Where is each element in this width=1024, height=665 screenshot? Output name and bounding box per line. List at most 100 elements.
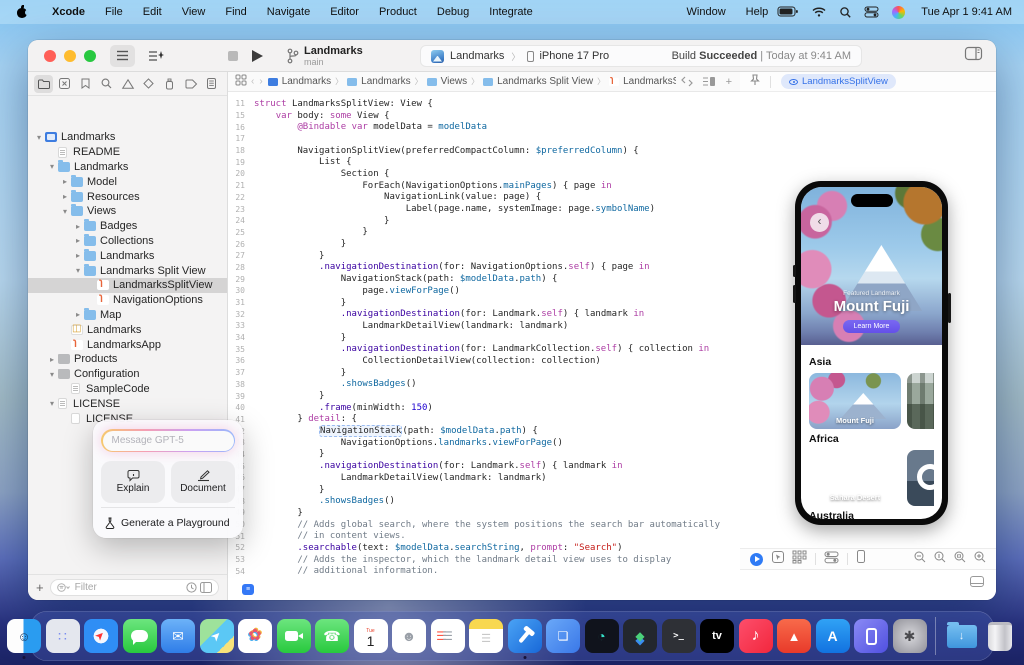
tree-item-map[interactable]: ▸Map	[28, 308, 227, 323]
line-number[interactable]: 24	[228, 216, 254, 225]
run-button[interactable]	[252, 50, 263, 62]
preview-device-button[interactable]	[857, 550, 865, 568]
line-number[interactable]: 21	[228, 181, 254, 190]
iphone-preview[interactable]: ‹ Featured Landmark Mount Fuji Learn Mor…	[795, 181, 948, 525]
editor-assistant-icon[interactable]	[149, 45, 164, 67]
variants-button[interactable]	[793, 550, 806, 568]
tab-project-navigator[interactable]	[34, 75, 53, 93]
run-destination[interactable]: iPhone 17 Pro	[539, 50, 609, 62]
selectable-mode-button[interactable]	[772, 550, 784, 568]
editor-pane[interactable]: ‹ › Landmarks〉Landmarks〉Views〉Landmarks …	[228, 72, 740, 600]
tree-item-landmarks-split-view[interactable]: ▾Landmarks Split View	[28, 263, 227, 278]
dock-simulator-icon[interactable]	[854, 619, 888, 653]
wifi-icon[interactable]	[812, 7, 826, 17]
dock-settings-icon[interactable]: ✱	[893, 619, 927, 653]
menu-item-file[interactable]: File	[95, 0, 133, 24]
hero-back-button[interactable]: ‹	[810, 213, 829, 232]
dock-facetime-icon[interactable]	[277, 619, 311, 653]
dock-rocket-app-icon[interactable]: ▲	[777, 619, 811, 653]
landmark-card-sahara-desert[interactable]: Sahara Desert	[809, 450, 901, 506]
zoom-in-button[interactable]	[974, 550, 986, 568]
related-items-icon[interactable]	[236, 75, 246, 88]
bottom-bar-toggle-icon[interactable]	[970, 574, 984, 592]
scm-filter-icon[interactable]	[200, 582, 212, 593]
menu-item-integrate[interactable]: Integrate	[479, 0, 542, 24]
line-number[interactable]: 33	[228, 321, 254, 330]
recent-filter-icon[interactable]	[186, 582, 197, 593]
line-number[interactable]: 19	[228, 158, 254, 167]
line-number[interactable]: 32	[228, 310, 254, 319]
tab-breakpoints[interactable]	[181, 75, 200, 93]
line-number[interactable]: 40	[228, 403, 254, 412]
generate-playground-button[interactable]: Generate a Playground	[101, 507, 235, 537]
tree-item-views[interactable]: ▾Views	[28, 204, 227, 219]
line-number[interactable]: 27	[228, 251, 254, 260]
dock-reminders-icon[interactable]: ☰	[431, 619, 465, 653]
breadcrumb-landmarks[interactable]: 〉Landmarks	[335, 76, 410, 87]
dock-xcode-icon[interactable]	[508, 619, 542, 653]
dock-app-store-icon[interactable]: A	[816, 619, 850, 653]
line-number[interactable]: 28	[228, 263, 254, 272]
activity-status[interactable]: Build Succeeded | Today at 9:41 AM	[672, 50, 851, 62]
dock-freeform-icon[interactable]: ❏	[546, 619, 580, 653]
menu-item-editor[interactable]: Editor	[320, 0, 369, 24]
menu-item-navigate[interactable]: Navigate	[257, 0, 320, 24]
line-number[interactable]: 16	[228, 123, 254, 132]
assistant-message-input[interactable]: Message GPT-5	[103, 431, 234, 451]
dock-terminal-icon[interactable]: >_	[662, 619, 696, 653]
assistant-menubar-icon[interactable]	[892, 6, 905, 19]
line-number[interactable]: 37	[228, 368, 254, 377]
dock-downloads-icon[interactable]: ↓	[945, 619, 979, 653]
pin-icon[interactable]	[750, 73, 760, 91]
dock-photos-icon[interactable]: ✿	[238, 619, 272, 653]
line-number[interactable]: 38	[228, 380, 254, 389]
control-center-icon[interactable]	[865, 7, 878, 17]
minimize-button[interactable]	[64, 50, 76, 62]
line-number[interactable]: 52	[228, 543, 254, 552]
back-button[interactable]: ‹	[251, 76, 254, 87]
add-file-button[interactable]: +	[36, 580, 44, 595]
scheme-name[interactable]: Landmarks	[450, 50, 504, 62]
line-number[interactable]: 35	[228, 345, 254, 354]
spotlight-icon[interactable]	[840, 7, 851, 18]
dock-phone-icon[interactable]: ☎	[315, 619, 349, 653]
live-preview-button[interactable]	[750, 553, 763, 566]
landmark-card-mount-fuji[interactable]: Mount Fuji	[809, 373, 901, 429]
tree-item-readme[interactable]: README	[28, 145, 227, 160]
dock-launchpad-icon[interactable]: ∷	[46, 619, 80, 653]
menubar-clock[interactable]: Tue Apr 1 9:41 AM	[921, 6, 1012, 18]
tab-bookmarks[interactable]	[76, 75, 95, 93]
zoom-100-button[interactable]	[934, 550, 946, 568]
tab-issues[interactable]	[118, 75, 137, 93]
document-button[interactable]: Document	[171, 461, 235, 503]
landmark-card-serengeti[interactable]: Serengeti	[907, 450, 934, 506]
menu-item-edit[interactable]: Edit	[133, 0, 172, 24]
menu-item-window[interactable]: Window	[677, 0, 736, 24]
dock-safari-icon[interactable]: ➤	[84, 619, 118, 653]
dock-layers-app-icon[interactable]: ◆	[623, 619, 657, 653]
tree-item-samplecode[interactable]: SampleCode	[28, 382, 227, 397]
line-number[interactable]: 34	[228, 333, 254, 342]
line-number[interactable]: 36	[228, 356, 254, 365]
tree-item-configuration[interactable]: ▾Configuration	[28, 367, 227, 382]
line-number[interactable]: 54	[228, 567, 254, 576]
menu-item-debug[interactable]: Debug	[427, 0, 479, 24]
close-button[interactable]	[44, 50, 56, 62]
dock-messages-icon[interactable]	[123, 619, 157, 653]
line-number[interactable]: 29	[228, 275, 254, 284]
dock-gauge-app-icon[interactable]: ◔	[585, 619, 619, 653]
tree-item-resources[interactable]: ▸Resources	[28, 189, 227, 204]
tree-item-collections[interactable]: ▸Collections	[28, 234, 227, 249]
line-number[interactable]: 53	[228, 555, 254, 564]
line-number[interactable]: 25	[228, 228, 254, 237]
breadcrumb-landmarks-split-view[interactable]: 〉Landmarks Split View	[471, 76, 593, 87]
tab-source-control[interactable]	[55, 75, 74, 93]
dock-mail-icon[interactable]: ✉	[161, 619, 195, 653]
line-number[interactable]: 15	[228, 111, 254, 120]
line-number[interactable]: 30	[228, 286, 254, 295]
tree-item-landmarks[interactable]: ▾Landmarks	[28, 130, 227, 145]
forward-button[interactable]: ›	[259, 76, 262, 87]
line-number[interactable]: 20	[228, 169, 254, 178]
menu-item-find[interactable]: Find	[215, 0, 256, 24]
menu-item-help[interactable]: Help	[736, 0, 779, 24]
